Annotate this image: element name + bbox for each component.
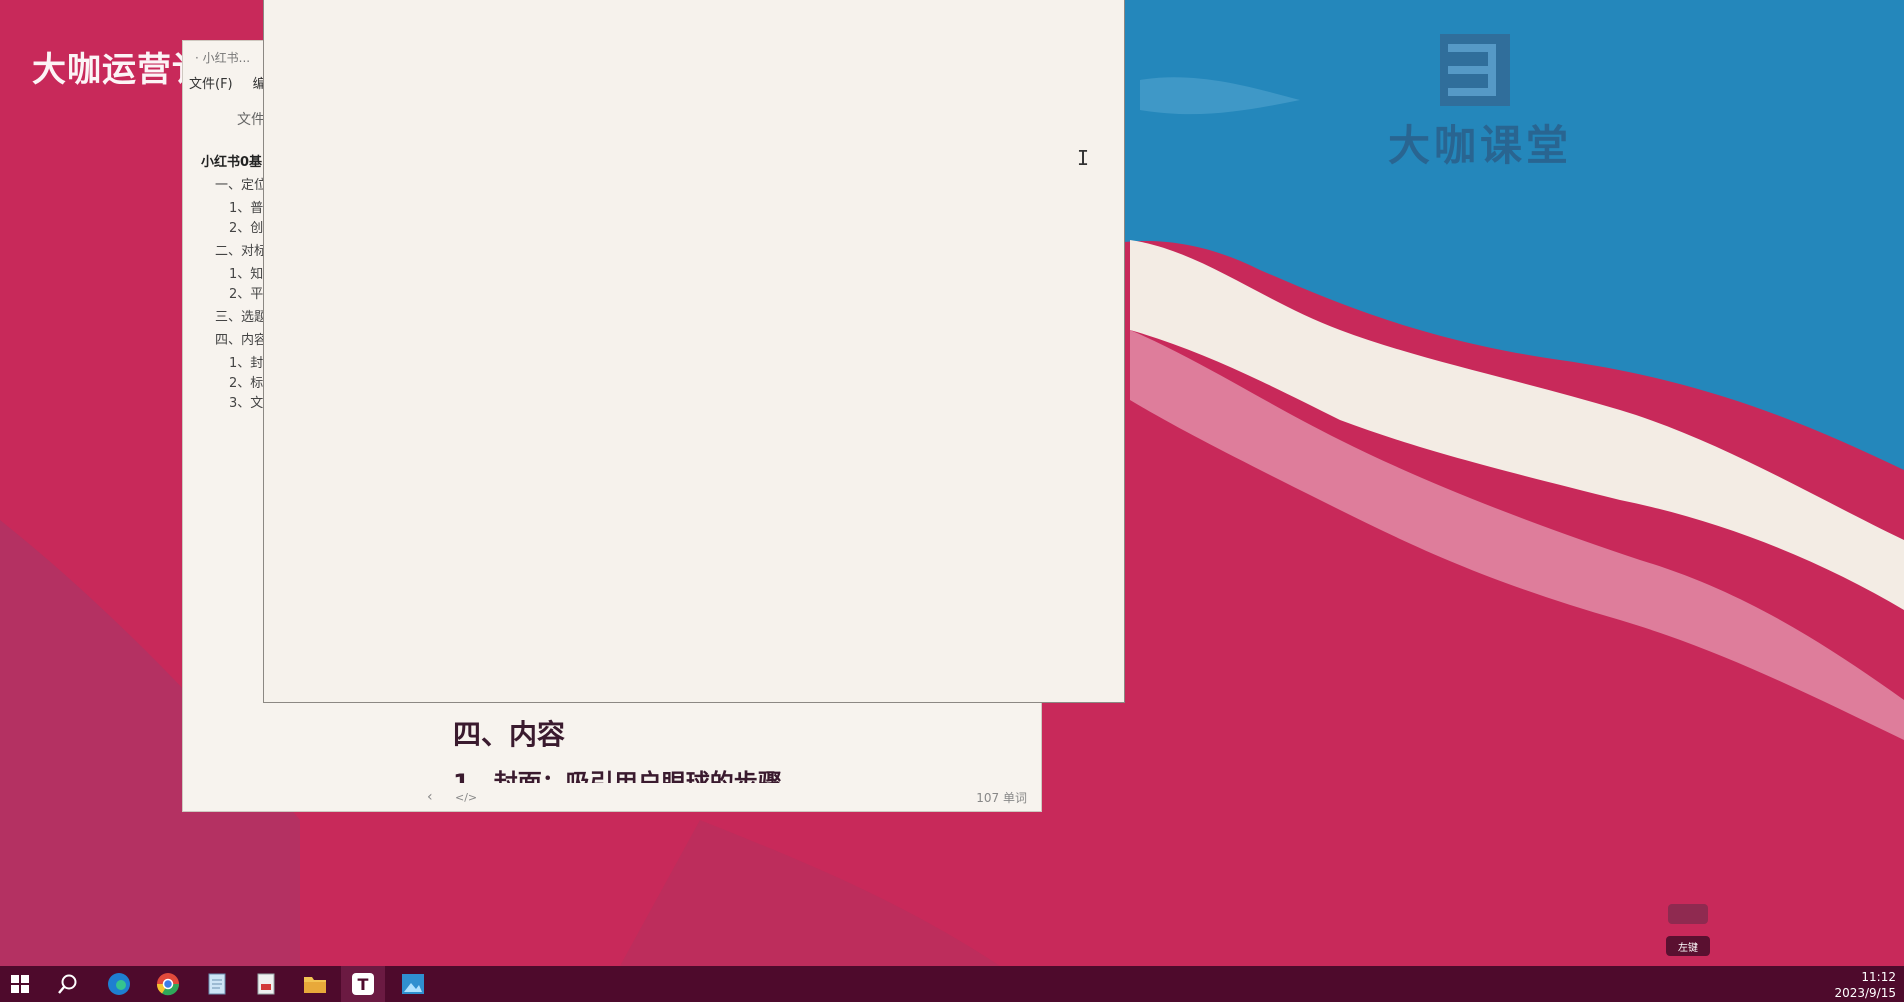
status-bar: ‹ </> 107 单词 — [183, 783, 1041, 811]
outline-item[interactable]: 2、标内容 — [201, 375, 271, 392]
outline-item[interactable]: 2、平 — [201, 286, 271, 303]
menu-file[interactable]: 文件(F) — [189, 73, 233, 92]
outline-item[interactable]: 1、封步骤 — [201, 355, 271, 372]
outline-item[interactable]: 小红书0基 — [201, 151, 271, 174]
watermark-title: 大咖运营讠 — [32, 50, 207, 90]
document-heading: 四、内容 — [453, 718, 566, 751]
code-icon[interactable]: </> — [455, 791, 477, 804]
windows-start-icon[interactable] — [7, 971, 33, 997]
outline-item[interactable]: 二、对标 — [201, 240, 271, 263]
outline-item[interactable]: 3、文笔记论 — [201, 395, 271, 412]
folder-icon[interactable] — [302, 971, 328, 997]
edge-icon[interactable] — [106, 971, 132, 997]
chevron-left-icon[interactable]: ‹ — [427, 789, 433, 805]
notepad-icon[interactable] — [204, 971, 230, 997]
sidebar-tab-files[interactable]: 文件 — [237, 109, 265, 129]
brand-logo: 大咖课堂 — [1380, 30, 1580, 170]
svg-text:T: T — [358, 975, 369, 994]
window-title: · 小红书... — [195, 51, 251, 65]
chrome-icon[interactable] — [155, 971, 181, 997]
document-subheading: 1、封面：吸引用户眼球的步骤 — [453, 769, 782, 783]
brand-text: 大咖课堂 — [1387, 121, 1572, 170]
keyboard-indicator — [1668, 904, 1708, 924]
mouse-click-indicator: 左键 — [1666, 936, 1710, 956]
clock-date: 2023/9/15 — [1834, 986, 1896, 1000]
outline-item[interactable]: 1、知么 — [201, 266, 271, 283]
outline-item[interactable]: 一、定位 — [201, 174, 271, 197]
blank-window[interactable]: I — [263, 0, 1125, 703]
text-cursor-icon: I — [1077, 146, 1090, 170]
image-viewer-icon[interactable] — [400, 971, 426, 997]
typora-icon[interactable]: T — [350, 971, 376, 997]
file-explorer-icon[interactable] — [253, 971, 279, 997]
clock-time: 11:12 — [1861, 970, 1896, 984]
system-clock[interactable]: 11:12 2023/9/15 — [1834, 969, 1896, 1001]
desktop: 大咖运营讠 大咖课堂 · 小红书... 文件(F) 编辑 文件 小红书0基 一、… — [0, 0, 1904, 1002]
search-icon[interactable] — [55, 971, 81, 997]
brand-mark-icon — [1440, 34, 1510, 106]
taskbar: T 11:12 2023/9/15 — [0, 966, 1904, 1002]
outline-item[interactable]: 1、普 — [201, 200, 271, 217]
outline-item[interactable]: 2、创 — [201, 220, 271, 237]
outline-item[interactable]: 四、内容 — [201, 329, 271, 352]
word-count[interactable]: 107 单词 — [976, 789, 1027, 806]
outline-panel: 小红书0基 一、定位 1、普 2、创 二、对标 1、知么 2、平 三、选题 四、… — [201, 151, 271, 415]
outline-item[interactable]: 三、选题 — [201, 306, 271, 329]
